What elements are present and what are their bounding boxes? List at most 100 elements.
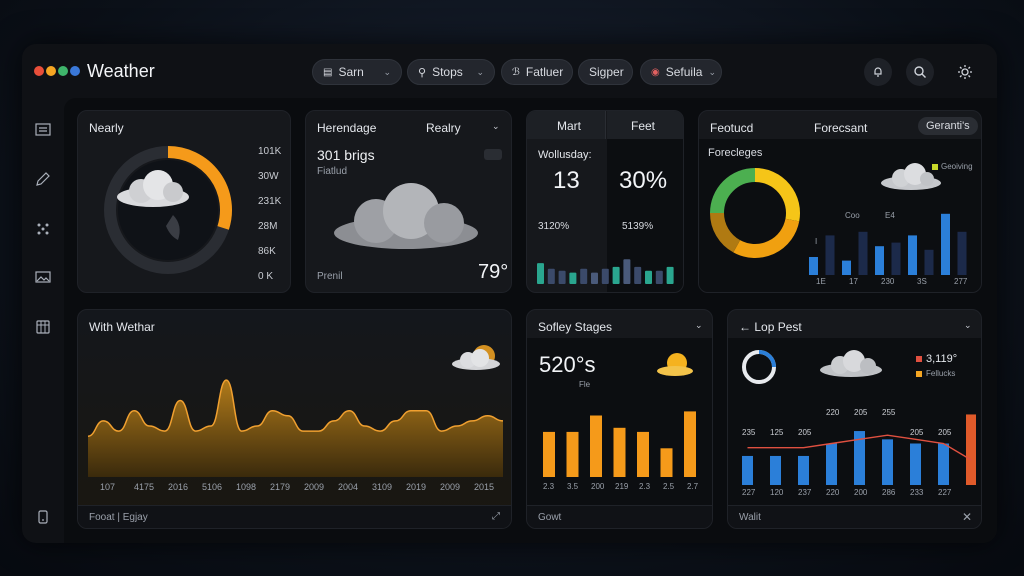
notification-button[interactable] [864,58,892,86]
x-tick-label: 2015 [474,482,495,492]
forecast-bar [858,231,868,275]
stats-bar [580,268,588,284]
close-icon[interactable]: ✕ [962,510,972,524]
filter-icon: ℬ [512,66,520,78]
tab-feotucd[interactable]: Feotucd [710,121,753,135]
device-icon[interactable] [34,508,52,526]
log-bar [826,443,837,485]
top-label: 205 [938,428,952,437]
chevron-down-icon[interactable]: ⌄ [695,320,703,331]
top-bar: Weather ▤ Sarn ⌄ ⚲ Stops ⌄ ℬ Fatluer Sig… [22,44,997,100]
x-tick-label: 2.3 [639,482,651,491]
legend-swatch [916,356,922,362]
expand-icon[interactable]: ⤢ [492,511,500,522]
top-label: 205 [910,428,924,437]
app-window: Weather ▤ Sarn ⌄ ⚲ Stops ⌄ ℬ Fatluer Sig… [22,44,997,543]
photo-icon[interactable] [484,149,502,160]
gear-icon [958,65,972,79]
stats-bar [558,270,566,284]
forecast-bar [875,246,884,275]
x-tick-label: 227 [742,488,756,497]
stats-label: Wollusday: [538,149,592,161]
stats-bar [623,259,631,284]
coverage-footer: Prenil [317,271,343,282]
card-footer: Fooat | Egjay ⤢ [78,505,511,528]
stats-bar [601,268,609,284]
x-tick-label: 107 [100,482,116,492]
image-icon[interactable] [34,268,52,286]
edit-icon[interactable] [34,170,52,188]
stats-bar [634,266,642,284]
safety-bar [637,431,649,477]
chevron-down-icon: ⌄ [383,66,391,77]
safety-bar [543,431,555,477]
filter-button[interactable]: ℬ Fatluer [501,59,573,85]
location-dropdown[interactable]: ▤ Sarn ⌄ [312,59,402,85]
stats-bar [537,263,544,284]
log-past-card: ← Lop Pest ⌄ 3,119° Fellucks 235 125 205 22… [727,309,982,529]
stats-bar [645,270,652,284]
weather-area-chart [88,379,503,477]
forecast-bar [891,242,901,275]
x-tick-label: 2016 [168,482,189,492]
x-tick-label: 286 [882,488,896,497]
tab-geranti[interactable]: Geranti's [918,117,978,135]
arrow-left-icon[interactable]: ← [739,320,751,334]
footer-left: Fooat | Egjay [89,512,148,523]
forecast-subtitle: Forecleges [708,147,763,159]
forecast-bar [809,257,818,275]
dashboard: Nearly 101K 30W 231K 28M 86K 0 K Herenda… [64,98,997,543]
x-tick-label: 2009 [304,482,325,492]
safety-value: 520°s [539,352,596,377]
chevron-down-icon[interactable]: ⌄ [964,320,972,331]
x-tick-label: 200 [591,482,605,491]
progress-ring [742,350,776,384]
top-label: 205 [798,428,812,437]
logo [34,66,80,76]
x-tick-label: 2179 [270,482,291,492]
safety-bar [660,448,673,477]
forecast-bar [825,235,835,275]
chevron-down-icon[interactable]: ⌄ [492,121,500,132]
donut-slice [754,168,800,222]
signup-button[interactable]: Sigper [578,59,633,85]
search-dropdown[interactable]: ⚲ Stops ⌄ [407,59,495,85]
coverage-dropdown[interactable]: Realry [426,121,461,135]
calendar-icon[interactable] [34,318,52,336]
search-button[interactable] [906,58,934,86]
safety-bar [684,411,696,477]
settings-dropdown[interactable]: ◉ Sefuila ⌄ [640,59,722,85]
cloud-sun-icon [657,353,693,376]
donut-slice [710,168,756,214]
nearby-gauge [104,146,232,274]
weather-area-card: With Wethar 107 4175 2016 5106 1098 2179 2009 2… [77,309,512,529]
list-icon[interactable] [34,120,52,138]
footer-right: Walit [739,512,761,523]
forecast-bar [908,235,917,275]
forecast-bar [842,260,851,275]
tab-mart[interactable]: Mart [527,111,606,139]
stats-bar-chart [537,259,674,284]
grid-icon[interactable] [34,220,52,238]
log-bar [770,455,781,485]
tab-forecast[interactable]: Forecsant [814,121,867,135]
card-footer: Gowt [527,505,712,528]
tab-feet[interactable]: Feet [607,111,683,139]
log-bar [742,455,753,485]
x-tick-label: 2019 [406,482,427,492]
cloud-icon [334,183,478,249]
x-tick-label: 227 [938,488,952,497]
log-bar [966,414,976,485]
search-icon [914,66,926,78]
x-tick-label: 233 [910,488,924,497]
chevron-down-icon: ⌄ [708,66,716,77]
log-bar [882,439,893,485]
log-bar [798,455,809,485]
log-legend-1: 3,119° [926,353,958,365]
settings-button[interactable] [951,58,979,86]
top-label: 125 [770,428,784,437]
safety-bar [566,431,579,477]
card-title: Herendage [317,121,377,135]
x-tick-label: 237 [798,488,812,497]
top-label: 205 [854,408,868,417]
